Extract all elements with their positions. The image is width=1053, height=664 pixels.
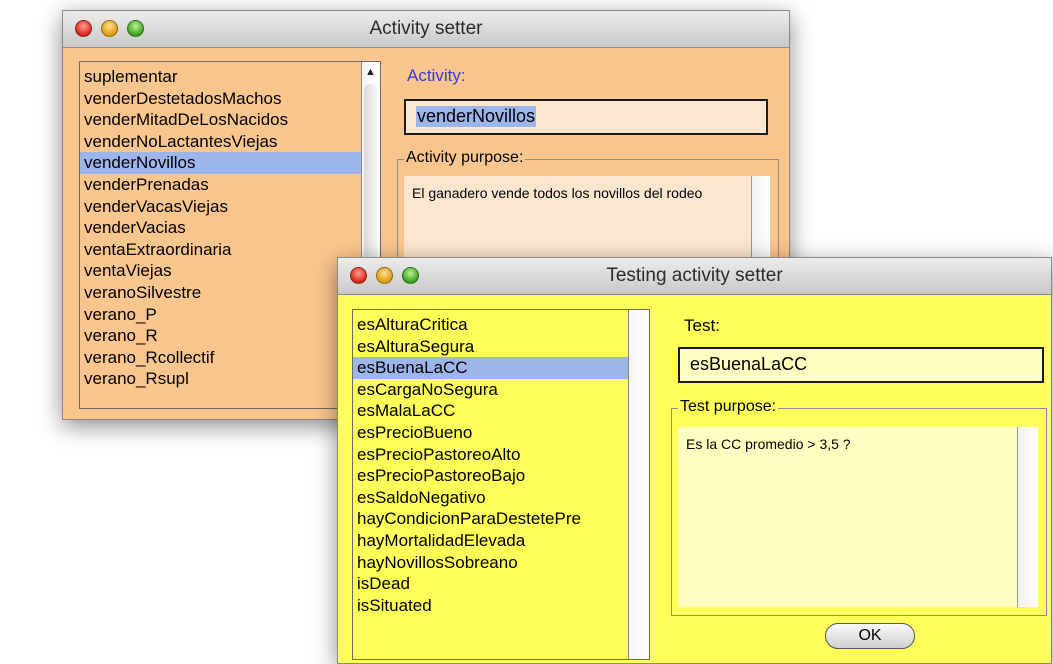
test-list-item[interactable]: hayMortalidadElevada (353, 530, 649, 552)
activity-name-field[interactable]: venderNovillos (404, 99, 768, 135)
test-list-item[interactable]: isSituated (353, 595, 649, 617)
test-list-item[interactable]: esPrecioBueno (353, 422, 649, 444)
activity-list-item[interactable]: venderMitadDeLosNacidos (80, 109, 380, 131)
activity-purpose-text: El ganadero vende todos los novillos del… (412, 185, 703, 201)
scroll-thumb[interactable] (364, 84, 377, 284)
activity-list-item[interactable]: venderNovillos (80, 152, 380, 174)
activity-list-item[interactable]: venderPrenadas (80, 174, 380, 196)
activity-list-item[interactable]: suplementar (80, 66, 380, 88)
testing-setter-titlebar[interactable]: Testing activity setter (338, 258, 1051, 295)
test-name-field[interactable]: esBuenaLaCC (678, 347, 1044, 383)
test-list-scrollbar[interactable] (628, 310, 649, 659)
activity-label: Activity: (407, 66, 466, 85)
test-purpose-label: Test purpose: (678, 398, 779, 416)
activity-list-item[interactable]: venderDestetadosMachos (80, 88, 380, 110)
test-list[interactable]: esAlturaCritica esAlturaSegura esBuenaLaCC… (352, 309, 650, 660)
test-name-value: esBuenaLaCC (690, 354, 808, 374)
activity-list-item[interactable]: verano_Rcollectif (80, 347, 380, 369)
test-list-item[interactable]: esPrecioPastoreoAlto (353, 444, 649, 466)
test-list-item[interactable]: esAlturaCritica (353, 314, 649, 336)
test-label: Test: (684, 316, 720, 335)
test-list-item[interactable]: hayNovillosSobreano (353, 552, 649, 574)
activity-list-item[interactable]: venderVacias (80, 217, 380, 239)
test-purpose-textarea[interactable]: Es la CC promedio > 3,5 ? (678, 427, 1038, 607)
activity-list-item[interactable]: venderNoLactantesViejas (80, 131, 380, 153)
test-list-item[interactable]: esSaldoNegativo (353, 487, 649, 509)
activity-list-item[interactable]: venderVacasViejas (80, 196, 380, 218)
ok-button[interactable]: OK (825, 623, 915, 649)
test-list-item[interactable]: esAlturaSegura (353, 336, 649, 358)
test-purpose-group: Test purpose: Es la CC promedio > 3,5 ? (671, 398, 1047, 616)
test-list-item[interactable]: esPrecioPastoreoBajo (353, 465, 649, 487)
activity-list[interactable]: suplementar venderDestetadosMachos venderM… (79, 61, 381, 409)
activity-list-item[interactable]: ventaExtraordinaria (80, 239, 380, 261)
test-list-item[interactable]: isDead (353, 573, 649, 595)
test-list-item[interactable]: esCargaNoSegura (353, 379, 649, 401)
scroll-up-arrow-icon[interactable]: ▲ (365, 66, 376, 78)
activity-list-item[interactable]: ventaViejas (80, 260, 380, 282)
testing-activity-setter-window: Testing activity setter esAlturaCritica e… (337, 257, 1052, 664)
window-title: Testing activity setter (606, 265, 783, 286)
activity-list-item[interactable]: verano_P (80, 304, 380, 326)
test-list-item[interactable]: esMalaLaCC (353, 400, 649, 422)
test-list-item[interactable]: esBuenaLaCC (353, 357, 649, 379)
activity-list-item[interactable]: veranoSilvestre (80, 282, 380, 304)
test-purpose-text: Es la CC promedio > 3,5 ? (686, 436, 851, 452)
activity-purpose-label: Activity purpose: (404, 149, 526, 167)
test-purpose-scrollbar[interactable] (1017, 427, 1038, 607)
test-list-item[interactable]: hayCondicionParaDestetePre (353, 508, 649, 530)
activity-setter-titlebar[interactable]: Activity setter (63, 11, 789, 48)
activity-name-value: venderNovillos (416, 106, 537, 127)
window-title: Activity setter (369, 18, 483, 39)
activity-list-item[interactable]: verano_Rsupl (80, 368, 380, 390)
activity-list-item[interactable]: verano_R (80, 325, 380, 347)
